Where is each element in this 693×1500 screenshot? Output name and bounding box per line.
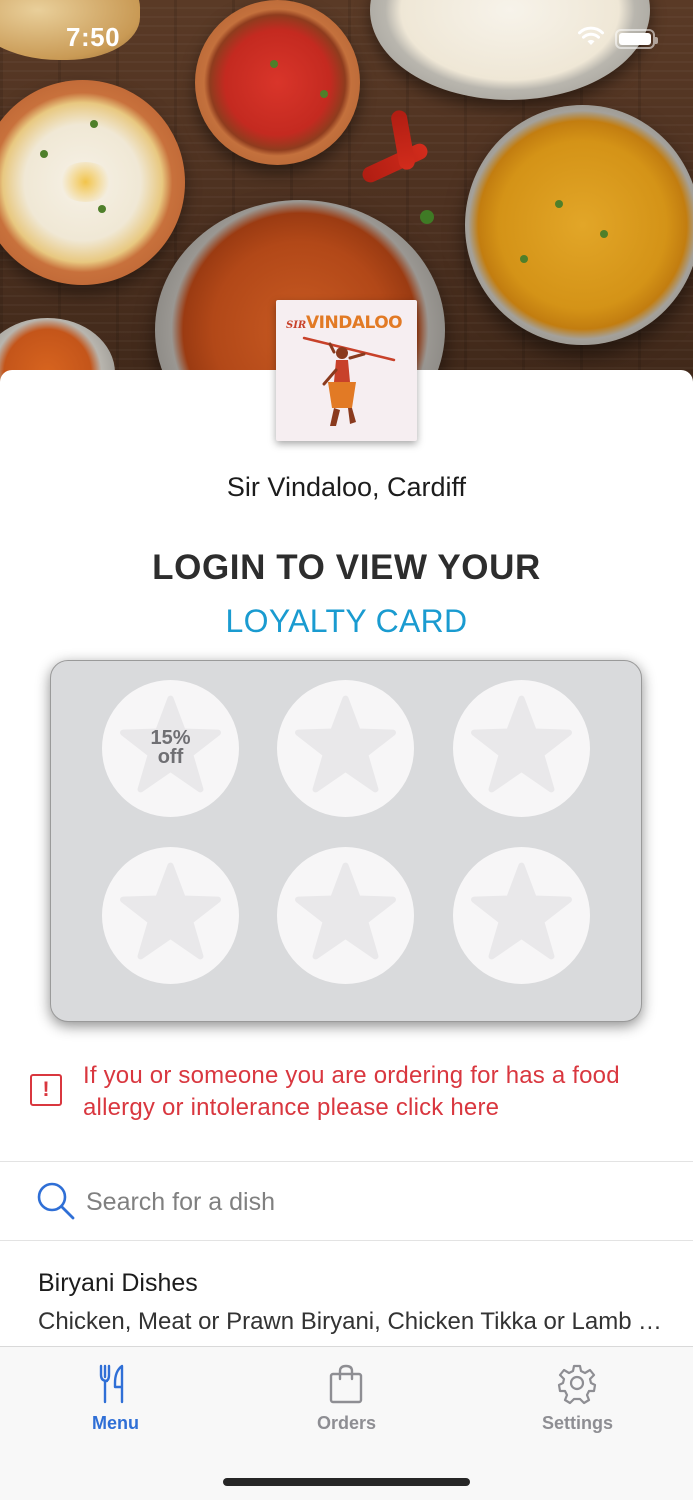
fork-knife-icon bbox=[95, 1363, 135, 1410]
herb-decor bbox=[420, 210, 434, 224]
allergy-notice-link[interactable]: ! If you or someone you are ordering for… bbox=[30, 1060, 670, 1130]
battery-level bbox=[619, 32, 651, 45]
logo-figure-icon bbox=[302, 336, 396, 426]
tab-bar: Menu Orders Settings bbox=[0, 1346, 693, 1500]
herb-decor bbox=[40, 150, 48, 158]
star-icon bbox=[471, 695, 572, 793]
menu-category-item[interactable]: Biryani Dishes Chicken, Meat or Prawn Bi… bbox=[0, 1241, 693, 1346]
home-indicator[interactable] bbox=[223, 1478, 470, 1486]
shopping-bag-icon bbox=[326, 1363, 366, 1410]
stamp-reward-label: 15% off bbox=[102, 728, 239, 768]
loyalty-card-heading[interactable]: LOYALTY CARD bbox=[0, 603, 693, 640]
rice-bowl-decor bbox=[0, 80, 185, 285]
search-bar[interactable] bbox=[0, 1162, 693, 1240]
herb-decor bbox=[555, 200, 563, 208]
restaurant-logo: SIR VINDALOO bbox=[276, 300, 417, 441]
loyalty-card[interactable]: 15% off bbox=[50, 660, 642, 1022]
herb-decor bbox=[520, 255, 528, 263]
loyalty-stamp bbox=[453, 847, 590, 984]
tab-menu-label: Menu bbox=[92, 1413, 139, 1433]
search-icon bbox=[36, 1181, 76, 1226]
menu-category-description: Chicken, Meat or Prawn Biryani, Chicken … bbox=[38, 1308, 663, 1335]
tab-orders-label: Orders bbox=[316, 1413, 377, 1433]
loyalty-stamp: 15% off bbox=[102, 680, 239, 817]
herb-decor bbox=[600, 230, 608, 238]
search-input[interactable] bbox=[86, 1182, 646, 1222]
gear-icon bbox=[557, 1363, 597, 1410]
wifi-icon bbox=[577, 25, 605, 52]
allergy-notice-text[interactable]: If you or someone you are ordering for h… bbox=[83, 1060, 673, 1124]
status-time: 7:50 bbox=[66, 22, 121, 52]
alert-icon: ! bbox=[30, 1074, 62, 1106]
herb-decor bbox=[270, 60, 278, 68]
star-icon bbox=[295, 862, 396, 960]
stamp-reward-unit: off bbox=[157, 746, 184, 768]
herb-decor bbox=[320, 90, 328, 98]
tab-settings[interactable]: Settings bbox=[462, 1347, 693, 1447]
tab-settings-label: Settings bbox=[541, 1413, 613, 1433]
loyalty-stamp bbox=[453, 680, 590, 817]
battery-icon bbox=[615, 28, 658, 49]
star-icon bbox=[471, 862, 572, 960]
tab-orders[interactable]: Orders bbox=[231, 1347, 462, 1447]
herb-decor bbox=[98, 205, 106, 213]
herb-decor bbox=[90, 120, 98, 128]
menu-category-title: Biryani Dishes bbox=[38, 1269, 198, 1297]
status-icons bbox=[577, 25, 658, 52]
star-icon bbox=[295, 695, 396, 793]
restaurant-name: Sir Vindaloo, Cardiff bbox=[226, 472, 467, 502]
loyalty-stamp bbox=[102, 847, 239, 984]
chili-decor bbox=[359, 140, 431, 186]
star-icon bbox=[120, 862, 221, 960]
dal-bowl-decor bbox=[465, 105, 693, 345]
login-heading[interactable]: LOGIN TO VIEW YOUR bbox=[0, 548, 693, 588]
tomato-salad-decor bbox=[195, 0, 360, 165]
loyalty-stamp bbox=[277, 847, 414, 984]
loyalty-stamp bbox=[277, 680, 414, 817]
tab-menu[interactable]: Menu bbox=[0, 1347, 231, 1447]
